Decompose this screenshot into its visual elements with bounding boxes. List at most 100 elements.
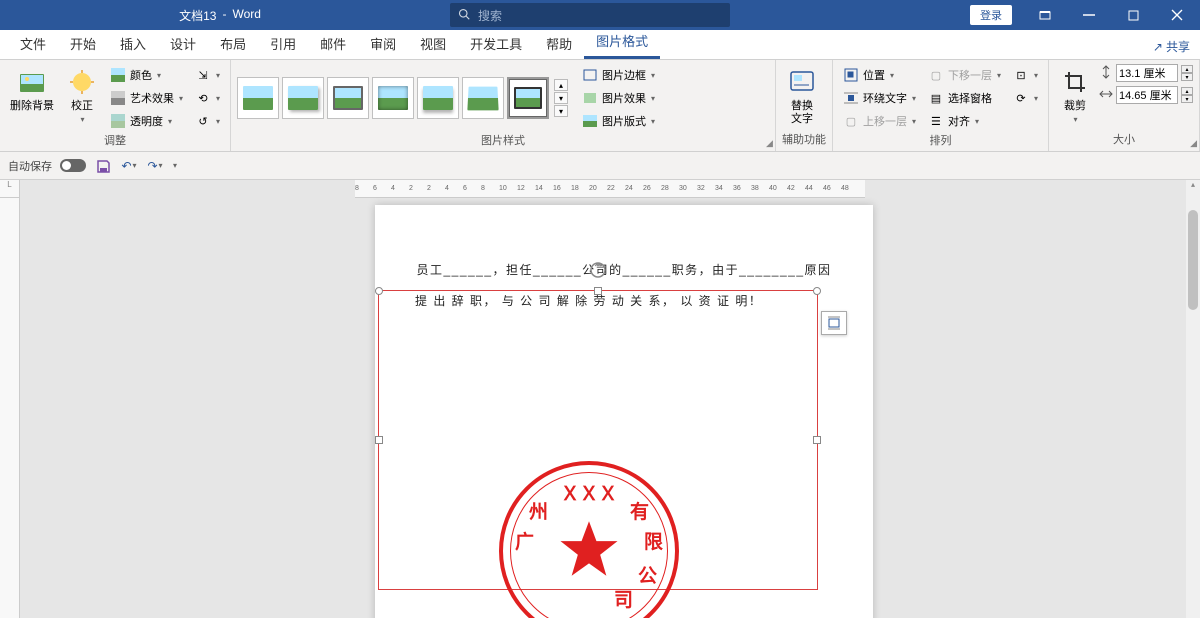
title-text: 文档13 - Word (0, 7, 440, 24)
compress-button[interactable]: ⇲▾ (191, 64, 224, 86)
style-4[interactable] (372, 77, 414, 119)
change-picture-button[interactable]: ⟲▾ (191, 87, 224, 109)
style-6[interactable] (462, 77, 504, 119)
tab-insert[interactable]: 插入 (108, 28, 158, 59)
style-7[interactable] (507, 77, 549, 119)
group-button[interactable]: ⊡▾ (1009, 64, 1042, 86)
tab-developer[interactable]: 开发工具 (458, 28, 534, 59)
style-3[interactable] (327, 77, 369, 119)
group-access-label: 辅助功能 (782, 131, 826, 149)
qat-customize[interactable]: ▾ (173, 161, 177, 170)
styles-launcher[interactable]: ◢ (766, 138, 773, 149)
login-button[interactable]: 登录 (970, 5, 1012, 25)
stamp-s1: 广 (515, 527, 534, 554)
backward-icon: ▢ (928, 67, 944, 83)
handle-tr[interactable] (813, 287, 821, 295)
handle-t[interactable] (594, 287, 602, 295)
rotate-handle[interactable] (589, 261, 607, 279)
layout-options-button[interactable] (821, 311, 847, 335)
compress-icon: ⇲ (195, 67, 211, 83)
height-up[interactable]: ▴ (1181, 65, 1193, 73)
ribbon-tabs: 文件 开始 插入 设计 布局 引用 邮件 审阅 视图 开发工具 帮助 图片格式 … (0, 30, 1200, 60)
styles-gallery[interactable]: ▴ ▾ ▾ (237, 64, 568, 132)
group-arrange: 位置▾ 环绕文字▾ ▢上移一层▾ ▢下移一层▾ ▤选择窗格 ☰对齐▾ ⊡▾ ⟳▾… (833, 60, 1049, 151)
wrap-text-button[interactable]: 环绕文字▾ (839, 87, 920, 109)
gallery-up[interactable]: ▴ (554, 79, 568, 91)
close-button[interactable] (1156, 0, 1198, 30)
alt-text-button[interactable]: 替换 文字 (782, 64, 822, 131)
group-adjust-label: 调整 (6, 132, 224, 150)
tab-review[interactable]: 审阅 (358, 28, 408, 59)
picture-border-button[interactable]: 图片边框▾ (578, 64, 659, 86)
group-size-label: 大小 (1055, 131, 1193, 149)
tab-file[interactable]: 文件 (8, 28, 58, 59)
search-box[interactable]: 搜索 (450, 3, 730, 27)
style-2[interactable] (282, 77, 324, 119)
rotate-button[interactable]: ⟳▾ (1009, 87, 1042, 109)
reset-icon: ↺ (195, 113, 211, 129)
group-picture-styles: ▴ ▾ ▾ 图片边框▾ 图片效果▾ 图片版式▾ 图片样式 ◢ (231, 60, 776, 151)
share-button[interactable]: ↗ 共享 (1143, 34, 1200, 59)
width-down[interactable]: ▾ (1181, 95, 1193, 103)
height-input[interactable] (1116, 64, 1178, 82)
stamp-s6: 司 (614, 585, 633, 612)
document-page[interactable]: 员工______，担任______公司的______职务，由于________原… (375, 205, 873, 618)
tab-mailings[interactable]: 邮件 (308, 28, 358, 59)
reset-picture-button[interactable]: ↺▾ (191, 110, 224, 132)
style-5[interactable] (417, 77, 459, 119)
tab-picture-format[interactable]: 图片格式 (584, 25, 660, 59)
tab-references[interactable]: 引用 (258, 28, 308, 59)
handle-l[interactable] (375, 436, 383, 444)
picture-layout-button[interactable]: 图片版式▾ (578, 110, 659, 132)
artistic-effects-button[interactable]: 艺术效果▾ (106, 87, 187, 109)
vertical-scrollbar[interactable]: ▴ (1186, 180, 1200, 618)
color-button[interactable]: 颜色▾ (106, 64, 187, 86)
wrap-icon (843, 90, 859, 106)
app-name: Word (232, 7, 260, 24)
maximize-button[interactable] (1112, 0, 1154, 30)
vertical-ruler[interactable]: L (0, 180, 20, 618)
crop-button[interactable]: 裁剪 ▾ (1055, 64, 1095, 131)
picture-selection[interactable]: ＸＸＸ 广 州 有 限 公 司 440106045403X (378, 290, 818, 590)
height-down[interactable]: ▾ (1181, 73, 1193, 81)
transparency-button[interactable]: 透明度▾ (106, 110, 187, 132)
bring-forward-button[interactable]: ▢上移一层▾ (839, 110, 920, 132)
gallery-more[interactable]: ▾ (554, 105, 568, 117)
width-up[interactable]: ▴ (1181, 87, 1193, 95)
tab-view[interactable]: 视图 (408, 28, 458, 59)
gallery-down[interactable]: ▾ (554, 92, 568, 104)
star-icon (558, 519, 620, 581)
align-button[interactable]: ☰对齐▾ (924, 110, 1005, 132)
selection-pane-button[interactable]: ▤选择窗格 (924, 87, 1005, 109)
width-input[interactable] (1116, 86, 1178, 104)
autosave-toggle[interactable] (60, 159, 86, 172)
style-1[interactable] (237, 77, 279, 119)
picture-effects-button[interactable]: 图片效果▾ (578, 87, 659, 109)
tab-design[interactable]: 设计 (158, 28, 208, 59)
rotate-icon: ⟳ (1013, 90, 1029, 106)
tab-home[interactable]: 开始 (58, 28, 108, 59)
share-icon: ↗ (1153, 40, 1163, 54)
remove-background-button[interactable]: 删除背景 (6, 64, 58, 132)
content-area[interactable]: 8642246810121416182022242628303234363840… (20, 180, 1200, 618)
handle-r[interactable] (813, 436, 821, 444)
undo-button[interactable]: ↶▾ (120, 157, 138, 175)
corrections-icon (66, 66, 98, 98)
change-pic-icon: ⟲ (195, 90, 211, 106)
size-launcher[interactable]: ◢ (1190, 138, 1197, 149)
minimize-button[interactable] (1068, 0, 1110, 30)
send-backward-button[interactable]: ▢下移一层▾ (924, 64, 1005, 86)
horizontal-ruler[interactable]: 8642246810121416182022242628303234363840… (355, 180, 865, 198)
save-button[interactable] (94, 157, 112, 175)
corrections-button[interactable]: 校正 ▾ (62, 64, 102, 132)
redo-button[interactable]: ↷▾ (146, 157, 164, 175)
ribbon-options-button[interactable] (1024, 0, 1066, 30)
tab-layout[interactable]: 布局 (208, 28, 258, 59)
alt-text-icon (786, 66, 818, 98)
effects-icon (110, 90, 126, 106)
handle-tl[interactable] (375, 287, 383, 295)
scrollbar-thumb[interactable] (1188, 210, 1198, 310)
tab-help[interactable]: 帮助 (534, 28, 584, 59)
position-button[interactable]: 位置▾ (839, 64, 920, 86)
search-placeholder: 搜索 (478, 7, 502, 24)
